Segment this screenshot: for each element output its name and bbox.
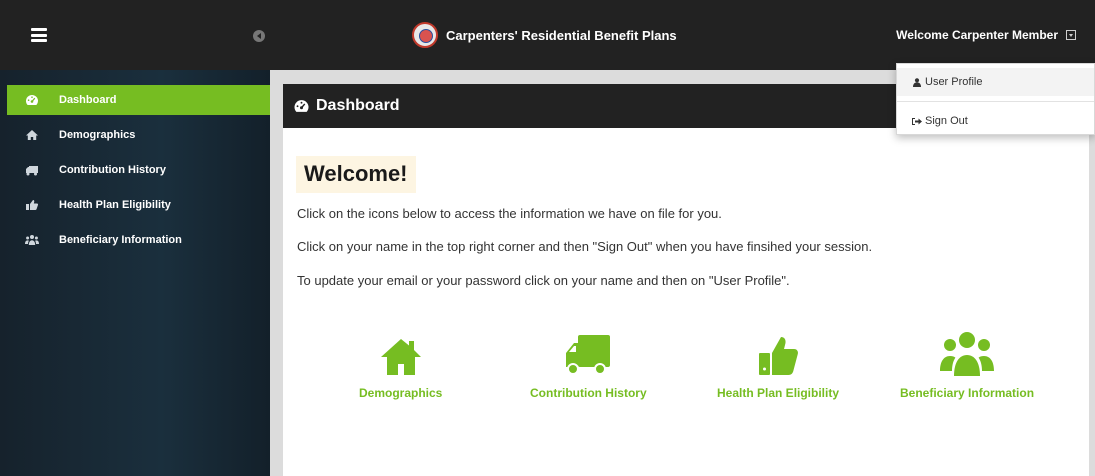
dashboard-icon (25, 94, 39, 106)
sidebar-item-health-plan-eligibility[interactable]: Health Plan Eligibility (7, 190, 270, 220)
sidebar-item-label: Dashboard (59, 94, 117, 106)
instruction-line: Click on the icons below to access the i… (297, 206, 722, 221)
instruction-line: To update your email or your password cl… (297, 273, 790, 288)
sidebar: Dashboard Demographics Contribution Hist… (0, 70, 270, 476)
hamburger-menu-icon[interactable] (31, 28, 47, 42)
sign-out-icon (912, 116, 922, 126)
tile-beneficiary-information[interactable]: Beneficiary Information (900, 329, 1034, 400)
tile-label: Contribution History (530, 386, 647, 400)
user-icon (912, 77, 922, 87)
top-navbar: Carpenters' Residential Benefit Plans We… (0, 0, 1095, 70)
thumbs-up-icon (757, 329, 799, 377)
instruction-line: Click on your name in the top right corn… (297, 239, 873, 254)
dashboard-panel: Dashboard Welcome! Click on the icons be… (283, 84, 1089, 476)
page-title: Dashboard (316, 97, 400, 114)
tile-label: Demographics (359, 386, 443, 400)
sidebar-item-label: Demographics (59, 129, 136, 141)
tile-contribution-history[interactable]: Contribution History (530, 329, 647, 400)
brand[interactable]: Carpenters' Residential Benefit Plans (412, 22, 677, 48)
menu-item-label: Sign Out (925, 115, 968, 127)
truck-icon (25, 164, 39, 176)
menu-divider (897, 101, 1094, 102)
collapse-sidebar-icon[interactable] (253, 30, 265, 42)
caret-down-icon (1066, 30, 1076, 40)
home-icon (379, 329, 423, 377)
menu-item-sign-out[interactable]: Sign Out (897, 107, 1094, 135)
menu-item-label: User Profile (925, 76, 983, 88)
sidebar-item-demographics[interactable]: Demographics (7, 120, 270, 150)
sidebar-item-label: Contribution History (59, 164, 166, 176)
truck-icon (564, 329, 612, 377)
home-icon (25, 129, 39, 141)
tile-label: Beneficiary Information (900, 386, 1035, 400)
sidebar-item-contribution-history[interactable]: Contribution History (7, 155, 270, 185)
menu-item-user-profile[interactable]: User Profile (897, 68, 1094, 96)
welcome-heading: Welcome! (296, 156, 416, 193)
users-icon (25, 234, 39, 246)
tile-health-plan-eligibility[interactable]: Health Plan Eligibility (717, 329, 839, 400)
sidebar-item-beneficiary-information[interactable]: Beneficiary Information (7, 225, 270, 255)
user-menu-toggle[interactable]: Welcome Carpenter Member (896, 28, 1076, 42)
user-name: Welcome Carpenter Member (896, 28, 1058, 42)
sidebar-item-dashboard[interactable]: Dashboard (7, 85, 270, 115)
sidebar-item-label: Beneficiary Information (59, 234, 182, 246)
users-icon (940, 329, 995, 377)
thumbs-up-icon (25, 199, 39, 211)
tile-label: Health Plan Eligibility (717, 386, 840, 400)
brand-name: Carpenters' Residential Benefit Plans (446, 27, 677, 43)
dashboard-icon (293, 99, 310, 113)
brand-logo-icon (412, 22, 438, 48)
user-dropdown-menu: User Profile Sign Out (896, 63, 1095, 135)
sidebar-item-label: Health Plan Eligibility (59, 199, 171, 211)
tile-demographics[interactable]: Demographics (359, 329, 442, 400)
